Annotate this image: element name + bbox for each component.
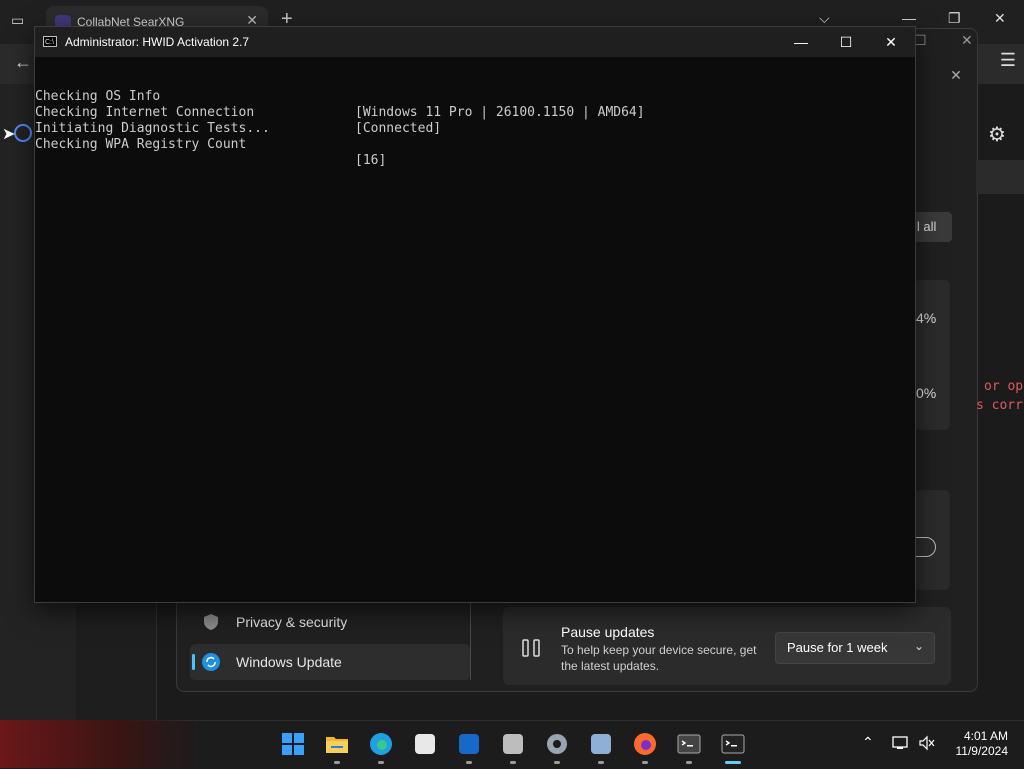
running-indicator: [725, 761, 741, 764]
terminal-close-button[interactable]: ✕: [871, 31, 911, 53]
clock-date: 11/9/2024: [955, 744, 1009, 758]
outlook-new-icon[interactable]: [455, 730, 483, 758]
file-explorer-icon[interactable]: [323, 730, 351, 758]
terminal-line: Initiating Diagnostic Tests...: [35, 105, 915, 136]
store-icon[interactable]: [411, 730, 439, 758]
tab-list-icon[interactable]: ▭: [11, 12, 27, 28]
active-indicator: [192, 654, 195, 670]
start-icon[interactable]: [279, 730, 307, 758]
install-all-button[interactable]: ll all: [914, 212, 952, 242]
sidebar-item-privacy[interactable]: Privacy & security: [190, 604, 470, 640]
update-percent-2: 0%: [916, 385, 937, 401]
pause-duration-select[interactable]: Pause for 1 week ⌄: [775, 632, 935, 664]
terminal-line-value: [16]: [355, 153, 387, 168]
terminal-line-label: Checking WPA Registry Count: [35, 137, 247, 152]
running-indicator: [598, 761, 604, 764]
settings-icon[interactable]: [543, 730, 571, 758]
shield-icon: [202, 613, 220, 631]
terminal-line: Checking OS Info [Windows 11 Pro | 26100…: [35, 73, 915, 120]
windows-update-icon: [202, 653, 220, 671]
running-indicator: [510, 761, 516, 764]
running-indicator: [642, 761, 648, 764]
terminal-error-text-2: s corr: [976, 398, 1023, 413]
chevron-down-icon: ⌄: [913, 639, 924, 653]
database-icon[interactable]: [587, 730, 615, 758]
gear-icon[interactable]: ⚙: [988, 122, 1006, 147]
terminal-line: Checking WPA Registry Count [16]: [35, 121, 915, 168]
terminal-minimize-button[interactable]: —: [781, 31, 821, 53]
browser-close-button[interactable]: ✕: [994, 10, 1006, 27]
terminal-line: Checking Internet Connection [Connected]: [35, 89, 915, 136]
running-indicator: [466, 761, 472, 764]
settings-close-icon[interactable]: ✕: [936, 60, 976, 90]
browser-minimize-button[interactable]: —: [902, 10, 916, 26]
cmd-window-icon: C:\: [43, 36, 57, 47]
pause-updates-title: Pause updates: [561, 624, 655, 640]
sidebar-item-windows-update[interactable]: Windows Update: [190, 644, 470, 680]
tray-overflow-chevron-icon[interactable]: ⌃: [862, 734, 874, 751]
running-indicator: [378, 761, 384, 764]
back-arrow-icon[interactable]: ←: [14, 52, 32, 73]
browser-menu-icon[interactable]: ☰: [1000, 50, 1016, 71]
running-indicator: [334, 761, 340, 764]
pause-updates-description: To help keep your device secure, get the…: [561, 643, 757, 673]
terminal-error-text-1: or op: [984, 379, 1024, 394]
terminal-title-bar[interactable]: C:\ Administrator: HWID Activation 2.7 —…: [35, 27, 915, 57]
volume-muted-icon[interactable]: [918, 735, 936, 756]
firefox-icon[interactable]: [631, 730, 659, 758]
terminal-output[interactable]: Checking OS Info [Windows 11 Pro | 26100…: [35, 73, 915, 168]
terminal-window[interactable]: C:\ Administrator: HWID Activation 2.7 —…: [34, 26, 916, 603]
nav-scroll-divider: [470, 600, 471, 680]
browser-strip: [976, 160, 1024, 194]
terminal-maximize-button[interactable]: ☐: [826, 31, 866, 53]
pause-duration-value: Pause for 1 week: [787, 640, 888, 655]
settings-window-close-icon[interactable]: ✕: [961, 32, 973, 49]
package-icon[interactable]: [499, 730, 527, 758]
sidebar-item-label: Privacy & security: [236, 614, 348, 630]
pause-icon: [521, 638, 541, 663]
clock[interactable]: 4:01 AM 11/9/2024: [948, 729, 1009, 759]
taskbar-wallpaper-glow: [0, 720, 200, 768]
tab-search-chevron-icon[interactable]: ⌵: [819, 10, 830, 27]
edge-icon[interactable]: [367, 730, 395, 758]
loading-ring-icon: [14, 124, 32, 142]
update-percent-1: 4%: [916, 310, 937, 326]
browser-restore-button[interactable]: ❐: [948, 10, 961, 27]
sidebar-item-label: Windows Update: [236, 654, 342, 670]
mouse-cursor-icon: ➤: [2, 126, 16, 143]
terminal-title: Administrator: HWID Activation 2.7: [65, 35, 250, 49]
terminal-icon[interactable]: [675, 730, 703, 758]
running-indicator: [554, 761, 560, 764]
update-progress-card: [914, 280, 950, 430]
running-indicator: [686, 761, 692, 764]
clock-time: 4:01 AM: [963, 729, 1008, 743]
network-icon[interactable]: [892, 735, 910, 756]
cmd-icon[interactable]: [719, 730, 747, 758]
